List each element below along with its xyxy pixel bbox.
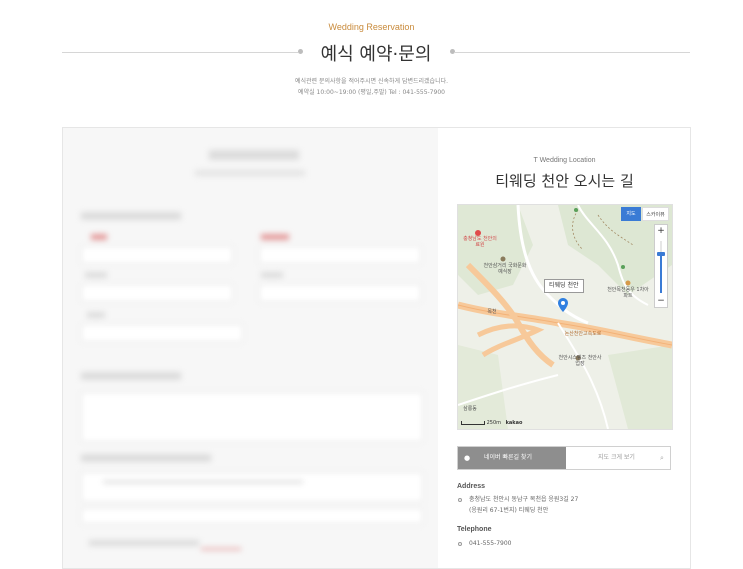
section-subtitle: Wedding Reservation (328, 22, 415, 32)
map-label-mokcheon: 목천 (487, 309, 497, 315)
map-zoom-control: + − (654, 224, 668, 308)
telephone-bullet-icon (458, 542, 462, 546)
map-callout: 티웨딩 천안 (544, 279, 584, 293)
zoom-in-button[interactable]: + (655, 225, 667, 237)
route-button-group: ● 네이버 빠른길 찾기 지도 크게 보기 ⌕ (457, 446, 671, 470)
telephone-heading: Telephone (457, 526, 492, 533)
map-large-button[interactable]: 지도 크게 보기 ⌕ (568, 447, 670, 469)
map-label-systems: 천안시스템즈 천안사업장 (558, 355, 602, 367)
map-label-highway: 논산천안고속도로 (564, 331, 602, 337)
map-pin-icon: ● (464, 454, 471, 462)
location-map[interactable]: 충청남도 천안의료원 천안삼거리 국화문화예식장 천안목천동우 1차아파트 천안… (457, 204, 673, 430)
zoom-out-button[interactable]: − (655, 295, 667, 307)
intro-text-line1: 예식관련 문의사항을 적어주시면 신속하게 답변드리겠습니다. (294, 78, 449, 85)
intro-text-line2: 예약실 10:00~19:00 (평일,주말) Tel : 041-555-79… (298, 89, 445, 96)
location-section: T Wedding Location 티웨딩 천안 오시는 길 충청남도 천안의… (439, 128, 690, 568)
map-type-skyview-button[interactable]: 스카이뷰 (642, 207, 669, 221)
address-heading: Address (457, 483, 486, 490)
zoom-slider-handle[interactable] (657, 252, 665, 256)
address-bullet-icon (458, 498, 462, 502)
magnifier-icon: ⌕ (660, 454, 664, 462)
location-subtitle: T Wedding Location (533, 157, 596, 164)
title-dot-left (298, 49, 303, 54)
reservation-panel: T Wedding Location 티웨딩 천안 오시는 길 충청남도 천안의… (62, 127, 691, 569)
location-pin-icon[interactable] (558, 298, 568, 312)
reservation-form-blurred (63, 128, 438, 568)
map-type-map-button[interactable]: 지도 (621, 207, 641, 221)
address-line2: (응원리 67-1번지) 티웨딩 천안 (469, 507, 549, 514)
map-label-hospital: 충청남도 천안의료원 (463, 236, 497, 248)
title-divider-right (454, 52, 690, 53)
title-divider-left (62, 52, 298, 53)
zoom-slider-fill (660, 254, 662, 293)
map-scale-bar (461, 420, 485, 425)
page-title: 예식 예약·문의 (320, 44, 432, 65)
map-brand-logo: kakao (505, 420, 523, 426)
map-scale: 250m kakao (461, 420, 522, 426)
map-scale-text: 250m (486, 420, 502, 426)
address-line1: 충청남도 천안시 동남구 목천읍 응원3길 27 (469, 496, 579, 503)
map-label-hall: 천안삼거리 국화문화예식장 (483, 263, 527, 275)
map-label-samryong: 삼룡동 (463, 406, 477, 412)
section-title-row: 예식 예약·문의 (62, 40, 690, 66)
naver-route-button[interactable]: ● 네이버 빠른길 찾기 (458, 447, 566, 469)
map-large-label: 지도 크게 보기 (598, 454, 635, 461)
naver-route-label: 네이버 빠른길 찾기 (484, 454, 532, 461)
zoom-slider[interactable] (657, 241, 665, 293)
map-label-apartment: 천안목천동우 1차아파트 (607, 287, 649, 299)
location-title: 티웨딩 천안 오시는 길 (495, 172, 634, 190)
telephone-number[interactable]: 041-555-7900 (469, 539, 512, 549)
